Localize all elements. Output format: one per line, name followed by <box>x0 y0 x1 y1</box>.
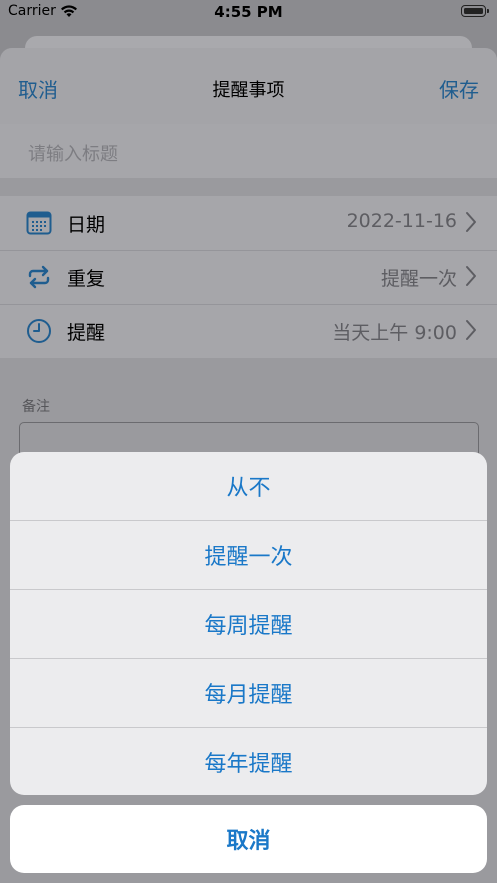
note-label: 备注 <box>22 399 50 415</box>
row-label: 日期 <box>67 214 106 236</box>
status-bar: Carrier 4:55 PM <box>0 0 497 26</box>
chevron-right-icon <box>465 319 477 345</box>
repeat-action-sheet: 从不 提醒一次 每周提醒 每月提醒 每年提醒 <box>10 452 487 795</box>
chevron-right-icon <box>465 265 477 291</box>
row-label: 提醒 <box>67 322 106 344</box>
page-title: 提醒事项 <box>212 80 285 101</box>
row-value: 提醒一次 <box>380 268 457 290</box>
calendar-icon <box>26 210 52 236</box>
settings-group: 日期 2022-11-16 重复 提醒一次 提醒 当天上午 9:00 <box>0 196 497 358</box>
row-value: 2022-11-16 <box>346 210 457 232</box>
action-yearly[interactable]: 每年提醒 <box>10 728 487 795</box>
status-time: 4:55 PM <box>214 3 283 21</box>
action-weekly[interactable]: 每周提醒 <box>10 590 487 658</box>
nav-save-button[interactable]: 保存 <box>439 74 479 103</box>
row-repeat[interactable]: 重复 提醒一次 <box>0 250 497 304</box>
chevron-right-icon <box>465 211 477 237</box>
row-reminder[interactable]: 提醒 当天上午 9:00 <box>0 304 497 358</box>
action-monthly[interactable]: 每月提醒 <box>10 659 487 727</box>
clock-icon <box>26 318 52 344</box>
action-cancel-button[interactable]: 取消 <box>10 805 487 873</box>
row-date[interactable]: 日期 2022-11-16 <box>0 196 497 250</box>
row-label: 重复 <box>67 268 106 290</box>
navigation-bar: 取消 提醒事项 保存 <box>0 48 497 124</box>
repeat-icon <box>26 264 52 290</box>
action-once[interactable]: 提醒一次 <box>10 521 487 589</box>
battery-icon <box>461 5 489 17</box>
row-value: 当天上午 9:00 <box>332 322 457 344</box>
title-input-placeholder: 请输入标题 <box>28 144 118 165</box>
action-never[interactable]: 从不 <box>10 452 487 520</box>
title-field[interactable]: 请输入标题 <box>0 124 497 178</box>
